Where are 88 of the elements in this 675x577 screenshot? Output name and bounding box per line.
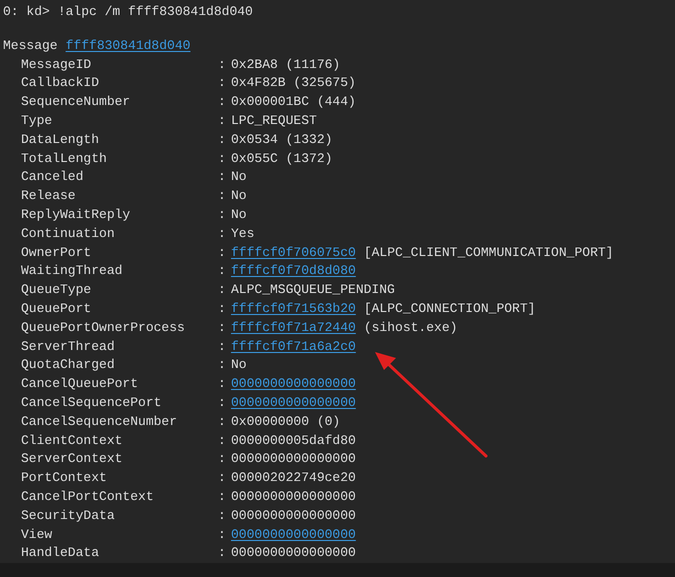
colon: : xyxy=(218,544,227,562)
field-label: DataLength xyxy=(21,130,100,149)
field-value: 0x055C (1372) xyxy=(231,150,332,168)
colon: : xyxy=(218,74,227,92)
colon: : xyxy=(218,338,227,356)
field-value: No xyxy=(231,168,247,186)
field-label: OwnerPort xyxy=(21,244,92,262)
field-label: ServerThread xyxy=(21,338,116,356)
address-link[interactable]: ffffcf0f71a6a2c0 xyxy=(231,338,356,356)
field-label: ServerContext xyxy=(21,450,124,468)
field-label: QuotaCharged xyxy=(21,356,116,374)
address-link[interactable]: ffffcf0f706075c0 xyxy=(231,244,356,262)
colon: : xyxy=(218,450,227,468)
field-value: 0x0534 (1332) xyxy=(231,130,332,149)
colon: : xyxy=(218,318,227,337)
colon: : xyxy=(218,300,227,318)
colon: : xyxy=(218,262,227,280)
colon: : xyxy=(218,224,227,243)
field-value: 0x4F82B (325675) xyxy=(231,74,356,92)
field-label: MessageID xyxy=(21,56,92,74)
field-label: QueuePort xyxy=(21,300,92,318)
field-value: 000002022749ce20 xyxy=(231,469,356,488)
colon: : xyxy=(218,281,227,300)
field-value: No xyxy=(231,206,247,224)
colon: : xyxy=(218,526,227,544)
colon: : xyxy=(218,56,227,74)
address-link[interactable]: ffffcf0f71563b20 xyxy=(231,300,356,319)
colon: : xyxy=(218,93,227,112)
field-label: CancelPortContext xyxy=(21,488,155,506)
field-value: 0000000000000000 xyxy=(231,506,356,525)
field-value: 0000000005dafd80 xyxy=(231,432,356,450)
field-label: Continuation xyxy=(21,224,116,243)
field-label: TotalLength xyxy=(21,150,108,168)
colon: : xyxy=(218,206,227,224)
field-value: 0000000000000000 xyxy=(231,488,356,506)
field-label: Type xyxy=(21,112,54,130)
field-label: SequenceNumber xyxy=(21,93,132,112)
colon: : xyxy=(218,168,227,186)
field-label: View xyxy=(21,526,54,544)
field-label: CancelSequencePort xyxy=(21,394,162,412)
field-label: ReplyWaitReply xyxy=(21,206,132,224)
field-label: QueueType xyxy=(21,281,92,300)
field-value: LPC_REQUEST xyxy=(231,112,317,130)
field-value: [ALPC_CONNECTION_PORT] xyxy=(364,300,536,318)
field-value: 0x2BA8 (11176) xyxy=(231,56,340,74)
colon: : xyxy=(218,150,227,168)
address-link[interactable]: 0000000000000000 xyxy=(231,375,356,394)
field-label: CancelQueuePort xyxy=(21,375,140,394)
address-link[interactable]: 0000000000000000 xyxy=(231,526,356,544)
address-link[interactable]: ffffcf0f71a72440 xyxy=(231,318,356,338)
colon: : xyxy=(218,488,227,506)
command-text: !alpc /m ffff830841d8d040 xyxy=(58,3,253,21)
field-label: PortContext xyxy=(21,469,108,488)
address-link[interactable]: ffff830841d8d040 xyxy=(66,36,190,56)
field-value: (sihost.exe) xyxy=(364,318,458,337)
field-value: 0000000000000000 xyxy=(231,544,356,562)
colon: : xyxy=(218,187,227,206)
field-label: Release xyxy=(21,187,77,206)
field-label: WaitingThread xyxy=(21,262,124,280)
field-label: HandleData xyxy=(21,544,100,562)
colon: : xyxy=(218,469,227,488)
field-value: 0x00000000 (0) xyxy=(231,412,340,431)
colon: : xyxy=(218,112,227,130)
field-label: SecurityData xyxy=(21,506,116,525)
field-value: No xyxy=(231,356,247,374)
field-value: Yes xyxy=(231,224,254,243)
colon: : xyxy=(218,244,227,262)
field-value: ALPC_MSGQUEUE_PENDING xyxy=(231,281,395,300)
field-label: QueuePortOwnerProcess xyxy=(21,318,186,337)
colon: : xyxy=(218,130,227,149)
address-link[interactable]: ffffcf0f70d8d080 xyxy=(231,262,356,282)
address-link[interactable]: 0000000000000000 xyxy=(231,394,356,413)
field-value: 0x000001BC (444) xyxy=(231,93,356,112)
colon: : xyxy=(218,394,227,412)
colon: : xyxy=(218,432,227,450)
colon: : xyxy=(218,375,227,394)
field-label: CancelSequenceNumber xyxy=(21,412,178,431)
colon: : xyxy=(218,506,227,525)
colon: : xyxy=(218,412,227,431)
field-label: CallbackID xyxy=(21,74,100,92)
field-value: 0000000000000000 xyxy=(231,450,356,468)
colon: : xyxy=(218,356,227,374)
section-label: Message xyxy=(3,36,58,55)
field-label: Canceled xyxy=(21,168,84,186)
field-value: [ALPC_CLIENT_COMMUNICATION_PORT] xyxy=(364,244,614,262)
field-label: ClientContext xyxy=(21,432,124,450)
prompt: 0: kd> xyxy=(3,3,50,21)
field-value: No xyxy=(231,187,247,206)
